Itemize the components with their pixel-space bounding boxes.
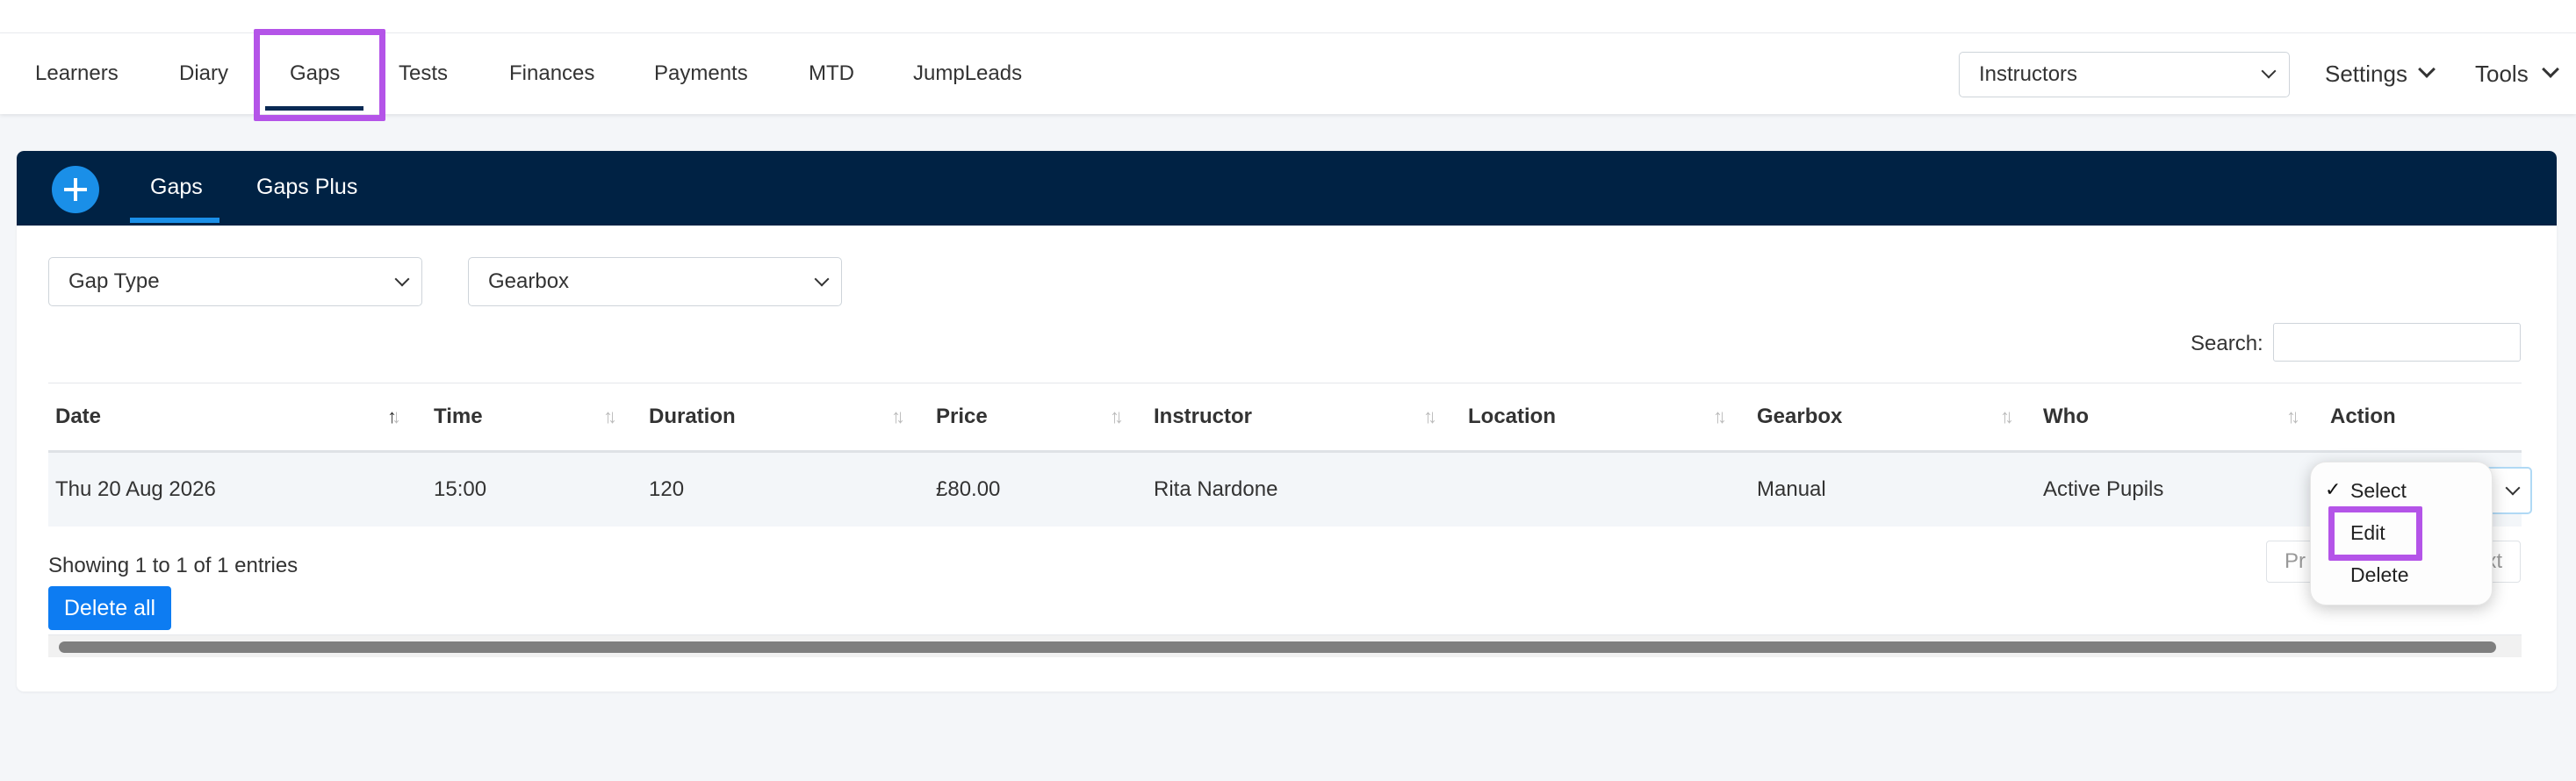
column-header-time[interactable]: Time [434, 383, 483, 451]
search-input[interactable] [2273, 323, 2521, 362]
option-select[interactable]: Select [2350, 477, 2407, 504]
tab-active-underline [130, 218, 219, 223]
tab-gaps[interactable]: Gaps [150, 151, 203, 226]
column-header-date[interactable]: Date [55, 383, 101, 451]
cell-who: Active Pupils [2043, 477, 2164, 501]
check-icon: ✓ [2325, 478, 2342, 500]
gaps-tab-highlight [254, 29, 385, 121]
gap-type-filter-value: Gap Type [68, 269, 160, 293]
column-header-action: Action [2330, 405, 2396, 428]
nav-tests[interactable]: Tests [399, 33, 448, 114]
sort-icon[interactable]: ↑↓ [2000, 406, 2023, 427]
sort-icon[interactable]: ↑↓ [891, 406, 914, 427]
sort-icon[interactable]: ↑↓ [1713, 406, 1736, 427]
search-label: Search: [2191, 332, 2263, 355]
nav-finances[interactable]: Finances [509, 33, 594, 114]
cell-price: £80.00 [936, 477, 1001, 501]
column-header-who[interactable]: Who [2043, 383, 2089, 451]
sort-icon[interactable]: ↑↓ [603, 406, 626, 427]
nav-diary[interactable]: Diary [179, 33, 228, 114]
chevron-down-icon [2505, 480, 2521, 496]
horizontal-scrollbar[interactable] [48, 634, 2522, 657]
instructors-select[interactable]: Instructors [1959, 52, 2290, 97]
chevron-down-icon [814, 271, 830, 287]
gearbox-filter-value: Gearbox [488, 269, 570, 293]
column-header-price[interactable]: Price [936, 383, 988, 451]
scrollbar-thumb[interactable] [59, 641, 2496, 653]
gearbox-filter[interactable]: Gearbox [468, 257, 842, 306]
table-info: Showing 1 to 1 of 1 entries [48, 554, 299, 577]
gaps-card: Gaps Gaps Plus Gap Type Gearbox Search: … [17, 151, 2557, 691]
nav-jumpleads[interactable]: JumpLeads [913, 33, 1022, 114]
cell-instructor: Rita Nardone [1154, 477, 1278, 501]
cell-gearbox: Manual [1757, 477, 1826, 501]
gap-type-filter[interactable]: Gap Type [48, 257, 422, 306]
cell-time: 15:00 [434, 477, 487, 501]
tab-gaps-plus[interactable]: Gaps Plus [256, 151, 357, 226]
sort-icon[interactable]: ↑↓ [1110, 406, 1133, 427]
tools-menu[interactable]: Tools [2475, 33, 2529, 114]
card-header: Gaps Gaps Plus [17, 151, 2557, 226]
add-gap-button[interactable] [52, 166, 99, 213]
column-header-location[interactable]: Location [1468, 383, 1556, 451]
column-header-instructor[interactable]: Instructor [1154, 383, 1252, 451]
option-delete[interactable]: Delete [2350, 562, 2408, 588]
column-header-gearbox[interactable]: Gearbox [1757, 383, 1842, 451]
settings-menu[interactable]: Settings [2325, 33, 2407, 114]
chevron-down-icon [394, 271, 410, 287]
cell-date: Thu 20 Aug 2026 [55, 477, 216, 501]
instructors-select-value: Instructors [1979, 62, 2078, 86]
sort-icon[interactable]: ↑↓ [1423, 406, 1446, 427]
nav-mtd[interactable]: MTD [809, 33, 854, 114]
top-strip [0, 0, 2576, 33]
cell-duration: 120 [649, 477, 685, 501]
sort-icon[interactable]: ↑↓ [2286, 406, 2309, 427]
column-header-duration[interactable]: Duration [649, 383, 736, 451]
nav-learners[interactable]: Learners [35, 33, 119, 114]
sort-asc-icon[interactable]: ↑↓ [387, 406, 410, 427]
delete-all-button[interactable]: Delete all [48, 586, 171, 630]
chevron-down-icon [2261, 63, 2277, 79]
nav-payments[interactable]: Payments [654, 33, 748, 114]
edit-option-highlight [2328, 506, 2422, 561]
